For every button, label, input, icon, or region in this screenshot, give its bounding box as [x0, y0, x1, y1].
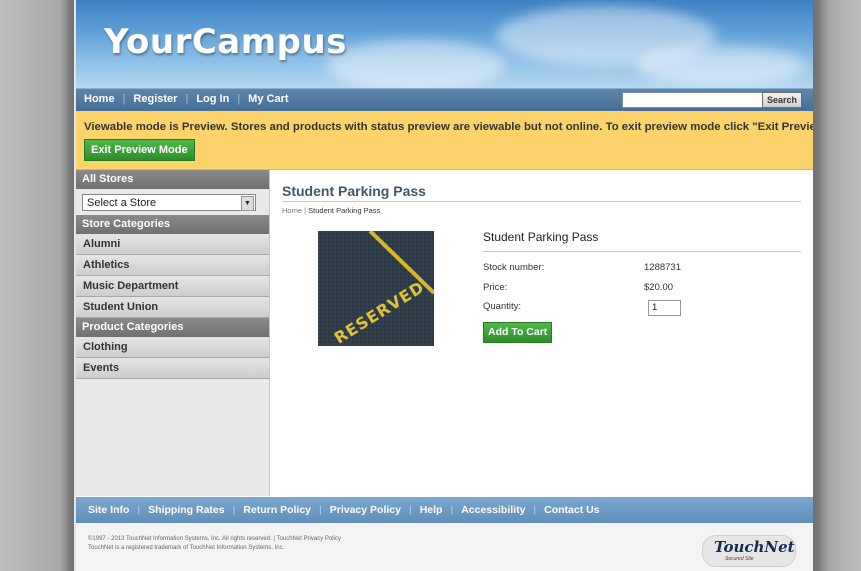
preview-mode-banner: Viewable mode is Preview. Stores and pro… [76, 111, 813, 170]
copyright-line-2: TouchNet is a registered trademark of To… [88, 545, 285, 551]
add-to-cart-button[interactable]: Add To Cart [483, 322, 553, 343]
footer-separator: | [533, 504, 537, 516]
product-categories-heading: Product Categories [76, 318, 269, 337]
sidebar: All Stores Select a Store ▼ Store Catego… [76, 170, 270, 496]
store-select-dropdown[interactable]: Select a Store ▼ [82, 194, 256, 211]
price-label: Price: [483, 282, 508, 293]
page-title: Student Parking Pass [282, 183, 426, 199]
exit-preview-button[interactable]: Exit Preview Mode [84, 139, 195, 161]
search-button[interactable]: Search [762, 92, 802, 108]
footer-separator: | [408, 504, 412, 516]
all-stores-heading: All Stores [76, 170, 269, 189]
header-cloud [326, 40, 506, 90]
site-footer: ©1997 - 2013 TouchNet Information System… [76, 523, 813, 571]
site-header: YourCampus [76, 0, 813, 90]
stock-number-value: 1288731 [644, 262, 681, 273]
footer-nav-links: Site Info | Shipping Rates | Return Policy | P… [88, 504, 600, 516]
store-select-value: Select a Store [87, 197, 157, 209]
sidebar-item-alumni[interactable]: Alumni [76, 234, 269, 255]
footer-navigation: Site Info | Shipping Rates | Return Policy | P… [76, 497, 813, 523]
nav-separator: | [185, 93, 189, 105]
search-input[interactable] [622, 92, 764, 108]
footer-site-info-link[interactable]: Site Info [88, 504, 129, 516]
sidebar-item-events[interactable]: Events [76, 358, 269, 379]
nav-separator: | [122, 93, 126, 105]
title-divider [282, 201, 801, 202]
footer-separator: | [232, 504, 236, 516]
site-logo-title[interactable]: YourCampus [104, 22, 347, 62]
dropdown-arrow-icon[interactable]: ▼ [241, 196, 254, 211]
touchnet-logo-text: TouchNet [714, 538, 795, 556]
store-categories-heading: Store Categories [76, 215, 269, 234]
main-content: Student Parking Pass Home | Student Park… [282, 170, 802, 490]
nav-login-link[interactable]: Log In [196, 93, 229, 105]
sidebar-item-athletics[interactable]: Athletics [76, 255, 269, 276]
nav-separator: | [237, 93, 241, 105]
footer-separator: | [319, 504, 322, 516]
footer-shipping-rates-link[interactable]: Shipping Rates [148, 504, 224, 516]
touchnet-logo[interactable]: TouchNet Secured Site [702, 535, 796, 567]
footer-accessibility-link[interactable]: Accessibility [461, 504, 525, 516]
top-navigation: Home | Register | Log In | My Cart Search [76, 88, 813, 112]
breadcrumb-home-link[interactable]: Home [282, 206, 302, 215]
nav-home-link[interactable]: Home [84, 93, 115, 105]
preview-message: Viewable mode is Preview. Stores and pro… [84, 121, 813, 133]
product-image[interactable]: RESERVED [318, 231, 434, 346]
nav-my-cart-link[interactable]: My Cart [248, 93, 288, 105]
sidebar-item-music-department[interactable]: Music Department [76, 276, 269, 297]
breadcrumb: Home | Student Parking Pass [282, 206, 380, 215]
sidebar-item-clothing[interactable]: Clothing [76, 337, 269, 358]
reserved-parking-photo: RESERVED [318, 231, 434, 346]
header-cloud [636, 46, 806, 86]
breadcrumb-current: Student Parking Pass [308, 206, 381, 215]
footer-return-policy-link[interactable]: Return Policy [243, 504, 311, 516]
footer-separator: | [137, 504, 141, 516]
store-select-container: Select a Store ▼ [76, 189, 269, 215]
sidebar-item-student-union[interactable]: Student Union [76, 297, 269, 318]
quantity-input[interactable]: 1 [648, 300, 681, 316]
product-name-divider [483, 251, 801, 252]
footer-contact-us-link[interactable]: Contact Us [544, 504, 599, 516]
copyright-line-1: ©1997 - 2013 TouchNet Information System… [88, 536, 341, 542]
copyright-text: ©1997 - 2013 TouchNet Information System… [88, 535, 341, 553]
stock-number-label: Stock number: [483, 262, 545, 273]
product-name: Student Parking Pass [483, 230, 599, 244]
price-value: $20.00 [644, 282, 674, 293]
page: YourCampus Home | Register | Log In | My Cart … [76, 0, 813, 571]
nav-register-link[interactable]: Register [133, 93, 177, 105]
touchnet-secured-site-text: Secured Site [725, 556, 754, 562]
footer-privacy-policy-link[interactable]: Privacy Policy [330, 504, 401, 516]
quantity-label: Quantity: [483, 301, 522, 312]
footer-help-link[interactable]: Help [420, 504, 443, 516]
top-nav-links: Home | Register | Log In | My Cart [84, 93, 289, 105]
footer-separator: | [450, 504, 454, 516]
